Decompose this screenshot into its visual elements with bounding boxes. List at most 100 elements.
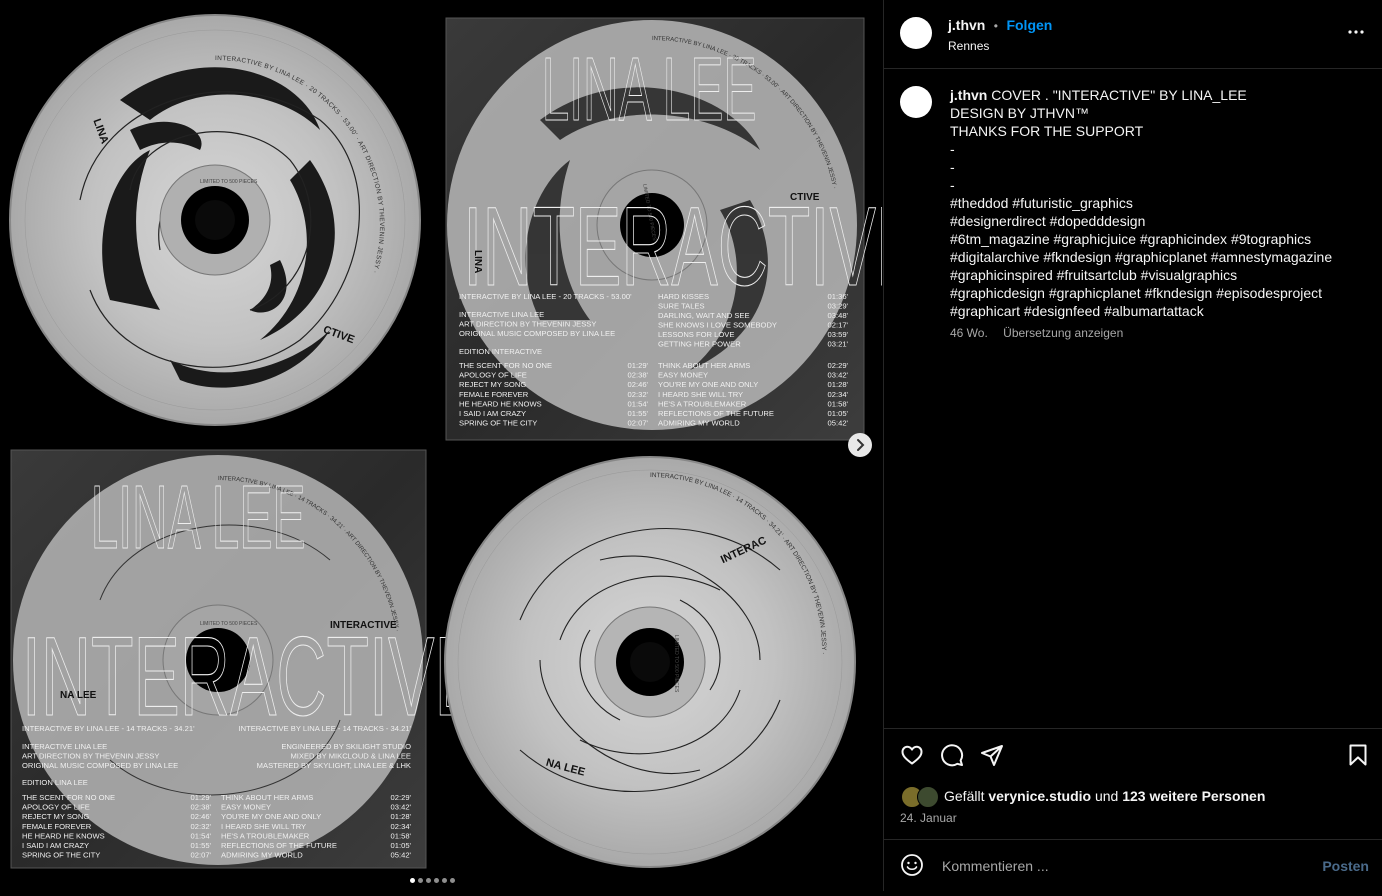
sleeve-text: MASTERED BY SKYLIGHT, LINA LEE & LHK xyxy=(257,761,411,770)
carousel-dots xyxy=(410,870,458,888)
sleeve-text: HE'S A TROUBLEMAKER xyxy=(221,831,310,840)
sleeve-text: EASY MONEY xyxy=(221,803,271,812)
sleeve-text: 01:05' xyxy=(391,841,412,850)
comment-button[interactable] xyxy=(940,743,964,772)
sleeve-text: INTERACTIVE BY LINA LEE - 14 TRACKS - 34… xyxy=(22,724,195,733)
likes-user[interactable]: verynice.studio xyxy=(988,788,1091,804)
cd-disc-2: INTERACTIVE BY LINA LEE · 14 TRACKS · 34… xyxy=(444,456,856,868)
post-date[interactable]: 24. Januar xyxy=(900,811,957,825)
sleeve-text: 01:36' xyxy=(828,292,849,301)
sleeve-text: 01:28' xyxy=(391,812,412,821)
save-button[interactable] xyxy=(1346,743,1370,772)
cd-sleeve-2: INTERACTIVE BY LINA LEE · 14 TRACKS · 34… xyxy=(10,449,481,869)
svg-text:LIMITED TO 500 PIECES: LIMITED TO 500 PIECES xyxy=(200,179,258,185)
album-artwork-image: INTERACTIVE BY LINA LEE · 20 TRACKS · 53… xyxy=(9,14,923,869)
caption-line: - xyxy=(950,159,955,175)
carousel-dot xyxy=(410,878,415,883)
sleeve-text: SURE TALES xyxy=(658,302,705,311)
sleeve-text: EDITION LINA LEE xyxy=(22,778,88,787)
caption: j.thvn COVER . "INTERACTIVE" BY LINA_LEE… xyxy=(950,86,1360,320)
sleeve-text: REJECT MY SONG xyxy=(459,380,526,389)
caption-username[interactable]: j.thvn xyxy=(950,87,991,103)
translate-button[interactable]: Übersetzung anzeigen xyxy=(1003,326,1123,340)
sleeve-text: 02:17' xyxy=(828,321,849,330)
sleeve-text: THE SCENT FOR NO ONE xyxy=(22,793,115,802)
sleeve-text: THINK ABOUT HER ARMS xyxy=(658,361,750,370)
caption-first-line: j.thvn COVER . "INTERACTIVE" BY LINA_LEE xyxy=(950,87,1247,103)
chevron-right-icon xyxy=(857,439,865,451)
likes-middle: und xyxy=(1091,788,1123,804)
sleeve-text: HE'S A TROUBLEMAKER xyxy=(658,399,747,408)
sleeve-text: ORIGINAL MUSIC COMPOSED BY LINA LEE xyxy=(459,329,615,338)
more-options-button[interactable] xyxy=(1346,22,1366,47)
sleeve-text: YOU'RE MY ONE AND ONLY xyxy=(221,812,321,821)
sleeve-text: ADMIRING MY WORLD xyxy=(221,851,303,860)
emoji-button[interactable] xyxy=(900,853,924,882)
sleeve-text: YOU'RE MY ONE AND ONLY xyxy=(658,380,758,389)
svg-text:INTERACTIVE: INTERACTIVE xyxy=(330,620,397,631)
sleeve-text: MIXED BY MIKCLOUD & LINA LEE xyxy=(290,752,411,761)
caption-line: #designerdirect #dopedddesign xyxy=(950,213,1146,229)
sleeve-text: 02:46' xyxy=(628,380,649,389)
sleeve-text: INTERACTIVE LINA LEE xyxy=(459,310,544,319)
sleeve-text: SPRING OF THE CITY xyxy=(459,419,537,428)
caption-line: - xyxy=(950,141,955,157)
username-link[interactable]: j.thvn xyxy=(948,17,985,33)
sleeve-text: 02:38' xyxy=(628,371,649,380)
sleeve-text: ORIGINAL MUSIC COMPOSED BY LINA LEE xyxy=(22,761,178,770)
liker-avatar-2[interactable] xyxy=(917,786,939,808)
likes-others[interactable]: 123 weitere Personen xyxy=(1122,788,1265,804)
caption-line: #graphicdesign #graphicplanet #fkndesign… xyxy=(950,285,1323,301)
sleeve-text: ART DIRECTION BY THEVENIN JESSY xyxy=(459,320,596,329)
post-side-panel: j.thvn • Folgen Rennes j.thvn COVER . "I… xyxy=(883,0,1382,891)
svg-text:NA LEE: NA LEE xyxy=(60,690,97,701)
emoji-icon xyxy=(901,854,923,876)
caption-avatar[interactable] xyxy=(900,86,932,118)
sleeve-text: 03:21' xyxy=(828,340,849,349)
avatar[interactable] xyxy=(900,17,932,49)
sleeve-text: EASY MONEY xyxy=(658,371,708,380)
carousel-next-button[interactable] xyxy=(848,433,872,457)
sleeve-text: I HEARD SHE WILL TRY xyxy=(658,390,743,399)
sleeve-text: 03:59' xyxy=(828,330,849,339)
post-comment-button[interactable]: Posten xyxy=(1322,858,1369,874)
sleeve-text: EDITION INTERACTIVE xyxy=(459,347,542,356)
post-media[interactable]: INTERACTIVE BY LINA LEE · 20 TRACKS · 53… xyxy=(0,0,923,891)
post-actions: Gefällt verynice.studio und 123 weitere … xyxy=(884,728,1382,889)
like-button[interactable] xyxy=(900,743,924,772)
sleeve-text: THE SCENT FOR NO ONE xyxy=(459,361,552,370)
share-button[interactable] xyxy=(980,743,1004,772)
sleeve-text: 03:48' xyxy=(828,311,849,320)
follow-button[interactable]: Folgen xyxy=(1006,17,1052,33)
more-horizontal-icon xyxy=(1348,30,1364,34)
comment-bar: Posten xyxy=(884,839,1382,890)
sleeve-text: 01:29' xyxy=(191,793,212,802)
post-age[interactable]: 46 Wo. xyxy=(950,326,988,340)
sleeve-text: HE HEARD HE KNOWS xyxy=(459,399,542,408)
sleeve-text: HE HEARD HE KNOWS xyxy=(22,831,105,840)
sleeve-text: 01:55' xyxy=(628,409,649,418)
post-header: j.thvn • Folgen Rennes xyxy=(884,0,1382,69)
caption-meta: 46 Wo. Übersetzung anzeigen xyxy=(950,326,1135,340)
likes-prefix: Gefällt xyxy=(944,788,989,804)
separator-dot: • xyxy=(993,19,998,33)
sleeve-text: 01:58' xyxy=(828,399,849,408)
location-link[interactable]: Rennes xyxy=(948,39,1052,53)
sleeve-text: 01:28' xyxy=(828,380,849,389)
sleeve-text: 02:29' xyxy=(391,793,412,802)
sleeve-text: HARD KISSES xyxy=(658,292,709,301)
likes-summary[interactable]: Gefällt verynice.studio und 123 weitere … xyxy=(944,788,1265,804)
sleeve-text: 03:42' xyxy=(828,371,849,380)
carousel-dot xyxy=(426,878,431,883)
sleeve-text: 02:29' xyxy=(828,361,849,370)
sleeve-text: 02:34' xyxy=(391,822,412,831)
sleeve-text: 01:54' xyxy=(191,831,212,840)
cd-sleeve-1: INTERACTIVE BY LINA LEE · 20 TRACKS · 53… xyxy=(445,17,923,441)
sleeve-text: INTERACTIVE BY LINA LEE - 20 TRACKS - 53… xyxy=(459,292,632,301)
heart-icon xyxy=(901,745,923,765)
comment-input[interactable] xyxy=(940,852,1304,880)
caption-line: #graphicinspired #fruitsartclub #visualg… xyxy=(950,267,1238,283)
caption-line: #6tm_magazine #graphicjuice #graphicinde… xyxy=(950,231,1312,247)
sleeve-text: SHE KNOWS I LOVE SOMEBODY xyxy=(658,321,777,330)
sleeve-text: 03:29' xyxy=(828,302,849,311)
